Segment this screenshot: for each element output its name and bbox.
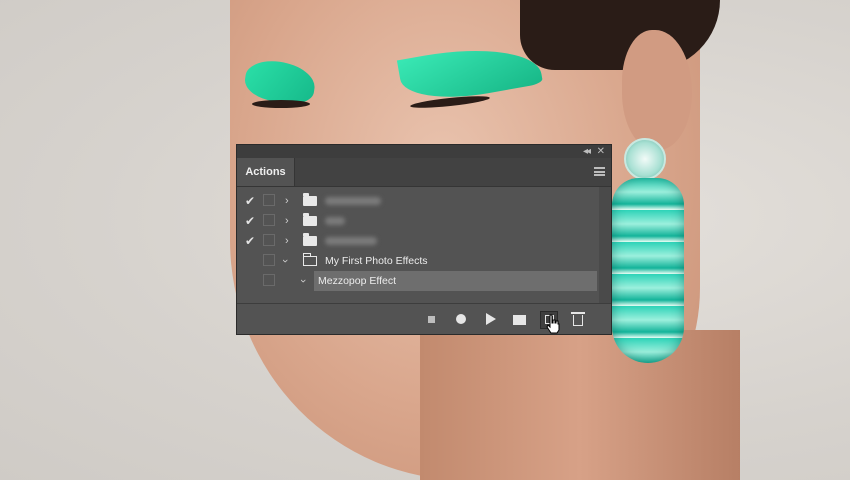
dialog-toggle-box[interactable]	[263, 214, 275, 226]
play-icon	[486, 313, 496, 325]
earring-stud	[624, 138, 666, 180]
action-set-row[interactable]: ✔ ›	[237, 231, 597, 251]
checkmark-icon[interactable]: ✔	[242, 193, 258, 209]
open-folder-icon	[303, 253, 317, 266]
folder-icon	[303, 233, 317, 246]
action-set-row[interactable]: ✔ ›	[237, 191, 597, 211]
actions-panel: ◂◂ ✕ Actions ✔ › ✔ › ✔ › › My First Phot…	[236, 144, 612, 335]
dialog-toggle-box[interactable]	[263, 194, 275, 206]
blurred-label	[325, 217, 345, 225]
ear	[622, 30, 692, 150]
action-row[interactable]: › Mezzopop Effect	[237, 271, 597, 291]
panel-title-bar[interactable]: ◂◂ ✕	[237, 145, 611, 158]
new-set-folder-icon	[512, 315, 526, 325]
blurred-label	[325, 237, 377, 245]
hand-cursor-icon	[546, 314, 560, 334]
scrollbar[interactable]	[599, 187, 611, 303]
chevron-right-icon[interactable]: ›	[285, 213, 289, 229]
record-button[interactable]	[453, 311, 469, 327]
blurred-label	[325, 197, 381, 205]
delete-button[interactable]	[570, 311, 586, 327]
chevron-down-icon[interactable]: ›	[295, 279, 311, 283]
action-set-label: My First Photo Effects	[325, 255, 428, 267]
checkmark-icon[interactable]: ✔	[242, 213, 258, 229]
earring-drop	[612, 178, 684, 363]
panel-tab-row: Actions	[237, 158, 611, 187]
action-set-row[interactable]: › My First Photo Effects	[237, 251, 597, 271]
left-eyelashes	[252, 100, 310, 108]
action-set-row[interactable]: ✔ ›	[237, 211, 597, 231]
double-chevron-left-icon[interactable]: ◂◂	[583, 145, 591, 158]
folder-icon	[303, 193, 317, 206]
play-button[interactable]	[483, 311, 499, 327]
dialog-toggle-box[interactable]	[263, 274, 275, 286]
checkmark-icon[interactable]: ✔	[242, 233, 258, 249]
record-icon	[456, 314, 466, 324]
dialog-toggle-box[interactable]	[263, 234, 275, 246]
folder-icon	[303, 213, 317, 226]
trash-icon	[571, 312, 585, 326]
chevron-down-icon[interactable]: ›	[277, 259, 293, 263]
close-icon[interactable]: ✕	[597, 145, 605, 158]
tab-actions[interactable]: Actions	[237, 158, 295, 186]
chevron-right-icon[interactable]: ›	[285, 233, 289, 249]
hamburger-menu-icon[interactable]	[594, 167, 605, 176]
stop-icon	[427, 316, 435, 323]
dialog-toggle-box[interactable]	[263, 254, 275, 266]
actions-list: ✔ › ✔ › ✔ › › My First Photo Effects › M…	[237, 187, 611, 303]
stop-button[interactable]	[423, 311, 439, 327]
new-set-button[interactable]	[511, 311, 527, 327]
action-label: Mezzopop Effect	[318, 275, 397, 287]
chevron-right-icon[interactable]: ›	[285, 193, 289, 209]
neck	[420, 330, 740, 480]
